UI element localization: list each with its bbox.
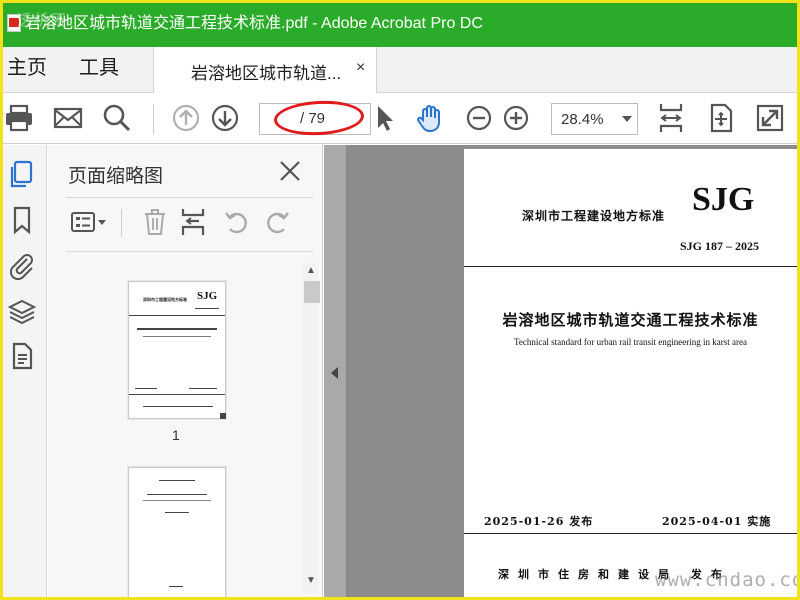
menu-home[interactable]: 主页 [7, 55, 47, 81]
navigation-rail [3, 145, 47, 597]
email-icon[interactable] [52, 102, 84, 134]
menu-tools[interactable]: 工具 [79, 55, 119, 81]
page-sjg-mark: SJG [692, 181, 755, 218]
thumbnail-rule [129, 315, 225, 316]
window-title: 岩溶地区城市轨道交通工程技术标准.pdf - Adobe Acrobat Pro… [25, 15, 483, 32]
delete-page-icon[interactable] [140, 207, 170, 237]
panel-divider [66, 251, 313, 252]
select-cursor-icon[interactable] [368, 102, 400, 134]
search-icon[interactable] [101, 102, 133, 134]
close-tab-icon[interactable]: × [356, 59, 365, 77]
thumbnail-text-line [143, 500, 211, 501]
document-content-icon[interactable] [7, 341, 37, 371]
full-screen-icon[interactable] [754, 102, 786, 134]
page-standard-code: SJG 187 – 2025 [680, 239, 760, 253]
page-implement-date: 2025-04-01 实施 [662, 515, 772, 528]
scroll-down-icon[interactable]: ▼ [306, 575, 316, 586]
toolbar: / 79 28.4% [3, 94, 797, 144]
zoom-value: 28.4% [561, 111, 604, 128]
scroll-up-icon[interactable]: ▲ [306, 265, 316, 276]
page-number-input[interactable] [261, 105, 299, 133]
thumbnail-text-line [189, 388, 217, 389]
thumbnail-text-line [165, 512, 189, 513]
thumbnail-text-line [135, 388, 157, 389]
page-rule [464, 266, 797, 267]
thumbnail-scrollbar[interactable]: ▲ ▼ [302, 263, 320, 593]
print-icon[interactable] [3, 102, 35, 134]
site-watermark: www.cndao.com [655, 569, 797, 591]
panel-toolbar [66, 205, 313, 245]
close-panel-icon[interactable] [278, 159, 302, 183]
insert-page-icon[interactable] [178, 207, 208, 237]
attachments-icon[interactable] [7, 250, 37, 281]
page-total-label: / 79 [300, 110, 326, 127]
site-logo-watermark: 透析网 [17, 11, 69, 29]
thumbnail-text-line [143, 336, 211, 337]
panel-collapse-handle[interactable] [324, 145, 346, 597]
acrobat-window: 岩溶地区城市轨道交通工程技术标准.pdf - Adobe Acrobat Pro… [3, 3, 797, 597]
menu-bar: 主页 工具 岩溶地区城市轨道... × [3, 47, 797, 93]
next-page-icon[interactable] [209, 102, 241, 134]
document-tab-label: 岩溶地区城市轨道... [191, 64, 342, 83]
fit-width-icon[interactable] [655, 102, 687, 134]
page-thumbnail-2[interactable] [128, 467, 226, 597]
panel-divider [66, 197, 313, 198]
thumbnail-title-line [137, 328, 217, 330]
page-thumbnail-1[interactable]: 深圳市工程建设地方标准 SJG [128, 281, 226, 419]
page-number-box: / 79 [259, 103, 371, 135]
thumbnail-text-line [195, 308, 219, 309]
bookmarks-icon[interactable] [7, 205, 37, 235]
thumbnail-text-line [147, 494, 207, 495]
thumbnail-text-line [143, 406, 213, 407]
toolbar-divider [153, 104, 154, 134]
page-issue-date: 2025-01-26 发布 [484, 515, 594, 528]
document-tab[interactable]: 岩溶地区城市轨道... × [153, 47, 377, 93]
page-title-chinese: 岩溶地区城市轨道交通工程技术标准 [502, 311, 759, 329]
thumbnail-page-number: 1 [172, 427, 180, 443]
zoom-out-icon[interactable] [463, 102, 495, 134]
options-menu-icon[interactable] [70, 207, 108, 237]
thumbnail-text-line [169, 586, 183, 587]
rotate-right-icon[interactable] [262, 207, 292, 237]
scrollbar-thumb[interactable] [304, 281, 320, 303]
scroll-mode-icon[interactable] [705, 102, 737, 134]
rotate-left-icon[interactable] [222, 207, 252, 237]
thumbnail-text-line [159, 480, 195, 481]
chevron-left-icon [331, 367, 338, 379]
zoom-in-icon[interactable] [500, 102, 532, 134]
layers-icon[interactable] [7, 297, 37, 327]
thumbnail-sjg-text: SJG [197, 290, 218, 302]
previous-page-icon[interactable] [170, 102, 202, 134]
chevron-down-icon [622, 116, 632, 122]
document-view[interactable]: 深圳市工程建设地方标准 SJG SJG 187 – 2025 岩溶地区城市轨道交… [324, 145, 797, 597]
page-rule [464, 533, 797, 534]
thumbnails-panel: 页面缩略图 深圳市工程建设地方标准 SJG 1 ▲ ▼ [48, 145, 323, 597]
zoom-dropdown[interactable]: 28.4% [551, 103, 638, 135]
hand-tool-icon[interactable] [414, 102, 446, 134]
thumbnail-rule [129, 394, 225, 395]
page-thumbnails-icon[interactable] [7, 159, 37, 189]
pdf-page: 深圳市工程建设地方标准 SJG SJG 187 – 2025 岩溶地区城市轨道交… [464, 149, 797, 597]
thumbnail-org-text: 深圳市工程建设地方标准 [143, 297, 187, 302]
thumbnail-resize-handle[interactable] [220, 413, 226, 419]
page-title-english: Technical standard for urban rail transi… [513, 337, 748, 347]
panel-title: 页面缩略图 [68, 166, 164, 187]
title-bar: 岩溶地区城市轨道交通工程技术标准.pdf - Adobe Acrobat Pro… [3, 3, 797, 47]
page-org-name: 深圳市工程建设地方标准 [522, 209, 666, 223]
panel-tools-divider [121, 209, 122, 237]
